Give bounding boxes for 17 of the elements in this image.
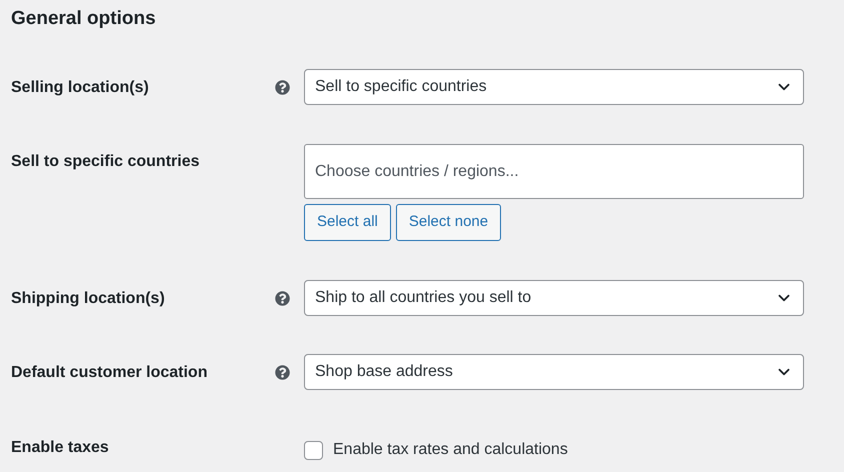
countries-field[interactable]: Choose countries / regions... [304,144,804,199]
select-dropdown[interactable]: Sell to specific countries [304,69,804,105]
field-label: Enable taxes [11,439,109,456]
select-dropdown[interactable]: Shop base address [304,354,804,390]
help-icon[interactable] [275,365,290,380]
select-dropdown[interactable]: Ship to all countries you sell to [304,280,804,316]
field-label: Selling location(s) [11,79,149,96]
checkbox-label: Enable tax rates and calculations [333,440,568,460]
field-label: Shipping location(s) [11,290,165,307]
help-icon[interactable] [275,80,290,95]
select-button[interactable]: Select all [304,204,391,241]
section-heading: General options [11,7,157,31]
field-label: Default customer location [11,364,208,381]
checkbox[interactable] [304,440,323,460]
help-icon[interactable] [275,291,290,306]
field-label: Sell to specific countries [11,153,200,170]
select-button[interactable]: Select none [396,204,502,241]
